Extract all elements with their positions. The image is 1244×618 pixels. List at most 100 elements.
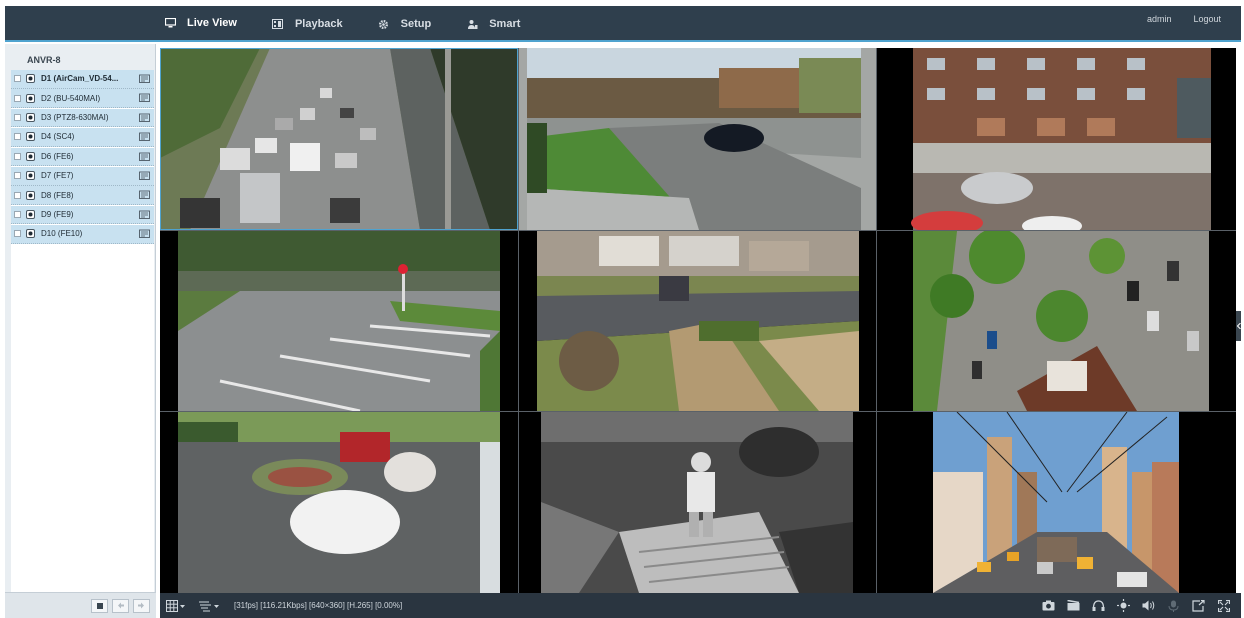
device-item-d10[interactable]: D10 (FE10) bbox=[11, 225, 154, 244]
camera-icon bbox=[26, 132, 35, 142]
stop-icon bbox=[96, 602, 103, 609]
monitor-icon bbox=[163, 16, 177, 30]
device-label: D10 (FE10) bbox=[41, 229, 83, 239]
record-icon[interactable] bbox=[139, 74, 150, 84]
microphone-icon bbox=[1168, 600, 1179, 612]
grid-divider bbox=[160, 230, 1236, 231]
stop-all-button[interactable] bbox=[91, 598, 108, 613]
device-item-d1[interactable]: D1 (AirCam_VD-54... bbox=[11, 70, 154, 89]
video-tile-3[interactable] bbox=[877, 48, 1236, 230]
user-name[interactable]: admin bbox=[1147, 14, 1172, 24]
video-tile-9[interactable] bbox=[877, 412, 1236, 593]
city-street-feed bbox=[877, 412, 1236, 593]
night-parking-feed bbox=[160, 231, 518, 411]
camera-snapshot-icon bbox=[1042, 600, 1055, 611]
tab-setup[interactable]: Setup bbox=[369, 6, 444, 42]
logout-link[interactable]: Logout bbox=[1193, 14, 1221, 24]
device-label: D6 (FE6) bbox=[41, 151, 74, 161]
record-icon[interactable] bbox=[139, 152, 150, 162]
camera-icon bbox=[26, 190, 35, 200]
tab-live-view-label: Live View bbox=[187, 17, 237, 29]
tab-playback-label: Playback bbox=[294, 18, 343, 30]
device-checkbox[interactable] bbox=[14, 94, 21, 102]
device-checkbox[interactable] bbox=[14, 230, 21, 238]
device-sidebar: ANVR-8 D1 (AirCam_VD-54... D2 (BU-540MAI… bbox=[5, 44, 156, 618]
device-item-d3[interactable]: D3 (PTZ8-630MAI) bbox=[11, 108, 154, 128]
layout-selector-button[interactable] bbox=[160, 593, 192, 618]
headphones-icon bbox=[1092, 600, 1105, 611]
digital-zoom-button[interactable] bbox=[1187, 593, 1210, 618]
device-checkbox[interactable] bbox=[14, 191, 21, 199]
prev-page-button[interactable] bbox=[112, 598, 129, 613]
sidebar-footer bbox=[5, 592, 156, 618]
tab-playback[interactable]: Playback bbox=[263, 6, 355, 42]
highway-feed bbox=[160, 48, 518, 230]
main-nav: Live View Playback Setup Smart bbox=[155, 6, 532, 42]
tab-smart[interactable]: Smart bbox=[457, 6, 532, 42]
device-checkbox[interactable] bbox=[14, 75, 21, 83]
record-icon[interactable] bbox=[139, 210, 150, 220]
street-feed bbox=[519, 48, 876, 230]
record-icon[interactable] bbox=[139, 229, 150, 239]
snapshot-button[interactable] bbox=[1037, 593, 1060, 618]
tree-root-label[interactable]: ANVR-8 bbox=[5, 50, 155, 70]
video-tile-4[interactable] bbox=[160, 231, 518, 411]
device-label: D1 (AirCam_VD-54... bbox=[41, 74, 119, 84]
top-nav-bar: Live View Playback Setup Smart admin Log… bbox=[5, 6, 1241, 42]
bottom-toolbar: [31fps] [116.21Kbps] [640×360] [H.265] [… bbox=[160, 593, 1241, 618]
volume-button[interactable] bbox=[1137, 593, 1160, 618]
local-record-button[interactable] bbox=[1062, 593, 1085, 618]
camera-icon bbox=[26, 113, 35, 123]
toolbar-actions bbox=[1035, 593, 1235, 618]
fullscreen-icon bbox=[1217, 599, 1230, 612]
driveway-feed bbox=[160, 412, 518, 593]
next-page-button[interactable] bbox=[133, 598, 150, 613]
doorway-feed bbox=[519, 412, 876, 593]
device-label: D2 (BU-540MAI) bbox=[41, 93, 101, 103]
user-area: admin Logout bbox=[1125, 6, 1221, 32]
video-tile-8[interactable] bbox=[519, 412, 876, 593]
device-label: D3 (PTZ8-630MAI) bbox=[41, 113, 109, 123]
brightness-icon bbox=[1117, 599, 1130, 612]
video-tile-7[interactable] bbox=[160, 412, 518, 593]
film-icon bbox=[271, 17, 285, 31]
video-tile-6[interactable] bbox=[877, 231, 1236, 411]
audio-listen-button[interactable] bbox=[1087, 593, 1110, 618]
video-tile-1[interactable] bbox=[160, 48, 518, 230]
device-item-d7[interactable]: D7 (FE7) bbox=[11, 166, 154, 186]
arrow-right-icon bbox=[138, 602, 144, 609]
device-checkbox[interactable] bbox=[14, 211, 21, 219]
collapse-right-panel-handle[interactable] bbox=[1236, 311, 1241, 341]
stream-stats: [31fps] [116.21Kbps] [640×360] [H.265] [… bbox=[234, 601, 403, 610]
grid-divider bbox=[876, 48, 877, 593]
record-icon[interactable] bbox=[139, 93, 150, 103]
device-checkbox[interactable] bbox=[14, 152, 21, 160]
talk-button[interactable] bbox=[1162, 593, 1185, 618]
device-label: D4 (SC4) bbox=[41, 132, 75, 142]
device-item-d2[interactable]: D2 (BU-540MAI) bbox=[11, 89, 154, 108]
video-tile-5[interactable] bbox=[519, 231, 876, 411]
device-item-d6[interactable]: D6 (FE6) bbox=[11, 147, 154, 167]
device-checkbox[interactable] bbox=[14, 133, 21, 141]
device-label: D9 (FE9) bbox=[41, 210, 74, 220]
device-checkbox[interactable] bbox=[14, 114, 21, 122]
device-item-d4[interactable]: D4 (SC4) bbox=[11, 128, 154, 147]
image-adjust-button[interactable] bbox=[1112, 593, 1135, 618]
tab-live-view[interactable]: Live View bbox=[155, 6, 249, 42]
device-checkbox[interactable] bbox=[14, 172, 21, 180]
device-list: D1 (AirCam_VD-54... D2 (BU-540MAI) D3 (P… bbox=[11, 70, 154, 592]
camera-icon bbox=[26, 151, 35, 161]
device-item-d8[interactable]: D8 (FE8) bbox=[11, 186, 154, 205]
stream-selector-button[interactable] bbox=[192, 593, 226, 618]
camera-icon bbox=[26, 229, 35, 239]
person-icon bbox=[465, 17, 479, 31]
video-tile-2[interactable] bbox=[519, 48, 876, 230]
record-icon[interactable] bbox=[139, 113, 150, 123]
record-icon[interactable] bbox=[139, 190, 150, 200]
fullscreen-button[interactable] bbox=[1212, 593, 1235, 618]
grid-divider bbox=[518, 48, 519, 593]
record-icon[interactable] bbox=[139, 171, 150, 181]
speaker-icon bbox=[1142, 600, 1154, 611]
record-icon[interactable] bbox=[139, 132, 150, 142]
device-item-d9[interactable]: D9 (FE9) bbox=[11, 205, 154, 225]
